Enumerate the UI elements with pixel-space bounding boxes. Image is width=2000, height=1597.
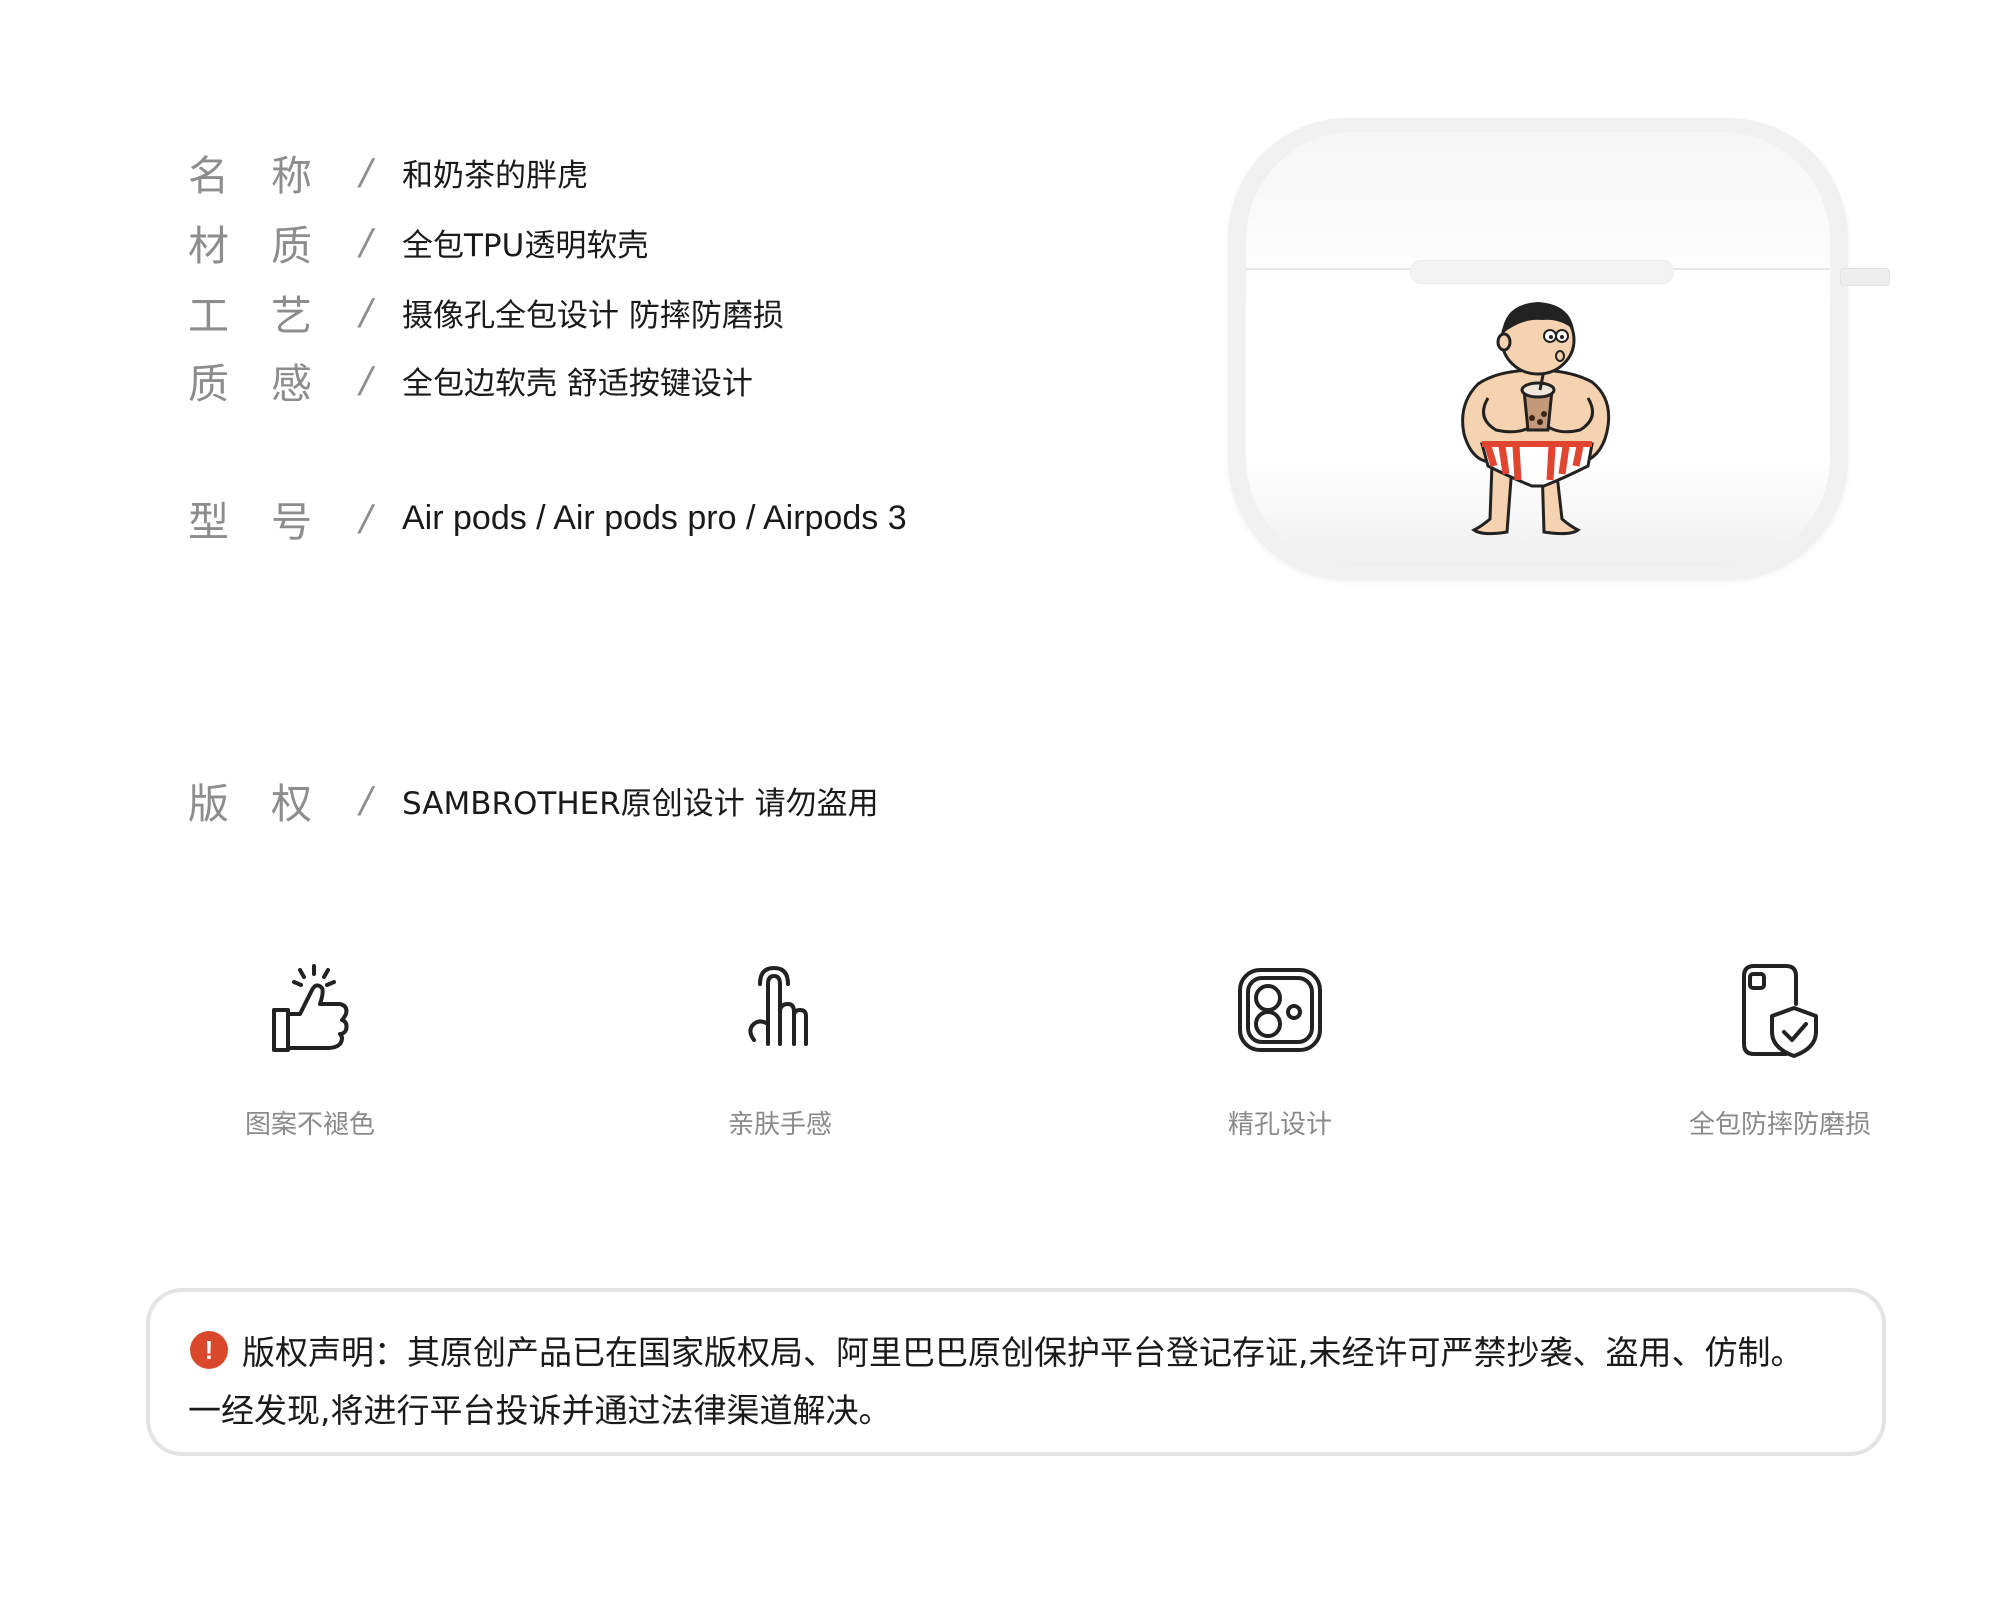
feature-no-fade: 图案不褪色 xyxy=(160,960,460,1141)
warning-icon: ! xyxy=(190,1331,228,1369)
spec-row-name: 名 称 / 和奶茶的胖虎 xyxy=(188,142,588,202)
spec-label-char: 质 xyxy=(271,222,312,270)
spec-value: 全包TPU透明软壳 xyxy=(402,227,649,264)
spec-slash: / xyxy=(359,151,373,193)
spec-label-char: 版 xyxy=(188,780,229,828)
spec-row-copyright: 版 权 / SAMBROTHER原创设计 请勿盗用 xyxy=(188,770,879,830)
spec-label-char: 工 xyxy=(188,292,229,340)
notice-text-1: 版权声明：其原创产品已在国家版权局、阿里巴巴原创保护平台登记存证,未经许可严禁抄… xyxy=(242,1333,1804,1372)
feature-full-protection: 全包防摔防磨损 xyxy=(1630,960,1930,1141)
spec-label-char: 称 xyxy=(271,152,312,200)
phone-shield-icon xyxy=(1742,964,1818,1058)
spec-slash: / xyxy=(359,497,373,539)
notice-line-1: ! 版权声明：其原创产品已在国家版权局、阿里巴巴原创保护平台登记存证,未经许可严… xyxy=(190,1326,1804,1374)
spec-row-craft: 工 艺 / 摄像孔全包设计 防摔防磨损 xyxy=(188,282,784,342)
spec-slash: / xyxy=(359,779,373,821)
copyright-notice: ! 版权声明：其原创产品已在国家版权局、阿里巴巴原创保护平台登记存证,未经许可严… xyxy=(146,1288,1886,1456)
feature-label: 图案不褪色 xyxy=(244,1110,375,1140)
spec-label-char: 名 xyxy=(188,152,229,200)
feature-precise-holes: 精孔设计 xyxy=(1130,960,1430,1141)
feature-label: 精孔设计 xyxy=(1227,1110,1332,1140)
spec-label: 名 称 xyxy=(188,142,312,202)
spec-value: Air pods / Air pods pro / Airpods 3 xyxy=(402,498,907,537)
spec-value: 摄像孔全包设计 防摔防磨损 xyxy=(402,297,784,334)
spec-label: 型 号 xyxy=(188,488,312,548)
spec-slash: / xyxy=(359,291,373,333)
spec-label-char: 质 xyxy=(188,360,229,408)
finger-touch-icon xyxy=(748,966,808,1046)
feature-label: 全包防摔防磨损 xyxy=(1688,1110,1871,1140)
case-hinge xyxy=(1410,260,1674,284)
airpods-case-image xyxy=(1228,118,1890,580)
spec-row-model: 型 号 / Air pods / Air pods pro / Airpods … xyxy=(188,488,907,548)
case-lanyard-hook xyxy=(1840,268,1890,286)
spec-value: 和奶茶的胖虎 xyxy=(402,157,588,194)
feature-skin-feel: 亲肤手感 xyxy=(630,960,930,1141)
spec-value: SAMBROTHER原创设计 请勿盗用 xyxy=(402,785,879,822)
spec-row-texture: 质 感 / 全包边软壳 舒适按键设计 xyxy=(188,350,753,410)
spec-label: 材 质 xyxy=(188,212,312,272)
spec-label-char: 型 xyxy=(188,498,229,546)
spec-label: 工 艺 xyxy=(188,282,312,342)
spec-slash: / xyxy=(359,359,373,401)
spec-label-char: 材 xyxy=(188,222,229,270)
spec-label-char: 艺 xyxy=(271,292,312,340)
spec-label: 质 感 xyxy=(188,350,312,410)
spec-label-char: 权 xyxy=(271,780,312,828)
notice-text-2: 一经发现,将进行平台投诉并通过法律渠道解决。 xyxy=(188,1391,892,1430)
spec-value: 全包边软壳 舒适按键设计 xyxy=(402,365,753,402)
spec-row-material: 材 质 / 全包TPU透明软壳 xyxy=(188,212,648,272)
spec-slash: / xyxy=(359,221,373,263)
feature-label: 亲肤手感 xyxy=(727,1110,832,1140)
spec-label-char: 号 xyxy=(271,498,312,546)
spec-label-char: 感 xyxy=(271,360,312,408)
camera-hole-icon xyxy=(1238,968,1322,1052)
fat-tiger-character-illustration xyxy=(1461,302,1611,536)
spec-label: 版 权 xyxy=(188,770,312,830)
thumbs-up-icon xyxy=(272,964,349,1052)
